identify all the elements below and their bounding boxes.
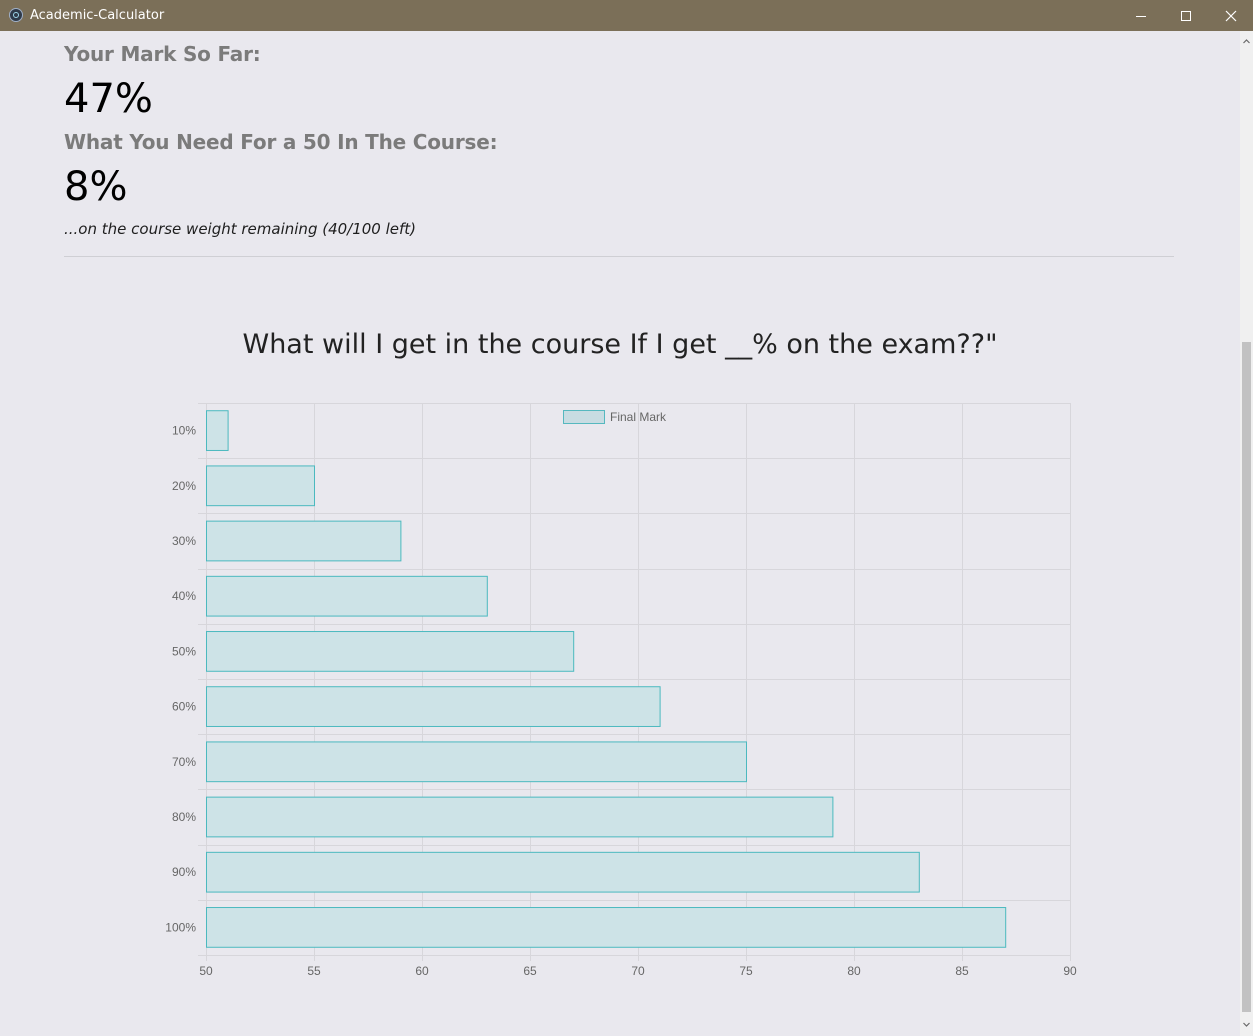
- close-icon: [1225, 10, 1237, 21]
- x-tick-label: 75: [739, 964, 753, 978]
- y-tick-label: 20%: [172, 479, 196, 493]
- title-bar: Academic-Calculator: [0, 0, 1253, 31]
- x-tick-label: 80: [847, 964, 861, 978]
- scroll-up-arrow-icon[interactable]: [1240, 33, 1253, 49]
- bar: [206, 741, 747, 783]
- bar: [206, 907, 1007, 948]
- x-tick-label: 85: [955, 964, 969, 978]
- minimize-button[interactable]: [1118, 0, 1164, 31]
- y-tick-label: 50%: [172, 644, 196, 658]
- scroll-down-arrow-icon[interactable]: [1240, 1017, 1253, 1033]
- x-tick-label: 50: [199, 964, 213, 978]
- bar: [206, 796, 834, 838]
- minimize-icon: [1136, 15, 1146, 17]
- y-tick-label: 70%: [172, 755, 196, 769]
- x-tick-label: 65: [523, 964, 537, 978]
- bar: [206, 520, 402, 562]
- maximize-icon: [1181, 10, 1191, 21]
- x-tick-label: 90: [1063, 964, 1077, 978]
- main-content: Your Mark So Far: 47% What You Need For …: [0, 31, 1240, 1036]
- bar: [206, 851, 920, 893]
- window-title: Academic-Calculator: [30, 8, 165, 23]
- x-tick-label: 55: [307, 964, 321, 978]
- y-tick-label: 60%: [172, 700, 196, 714]
- bar: [206, 575, 488, 617]
- x-tick-label: 60: [415, 964, 429, 978]
- scrollbar-thumb[interactable]: [1242, 342, 1251, 1012]
- maximize-button[interactable]: [1163, 0, 1209, 31]
- bar: [206, 465, 315, 507]
- bar: [206, 631, 575, 672]
- bar-chart: 10% 20% 30% 40% 50% 60% 70% 80% 90% 100% 50 55 60 65 7…: [165, 403, 1077, 978]
- x-tick-label: 70: [631, 964, 645, 978]
- y-tick-label: 30%: [172, 534, 196, 548]
- y-tick-label: 80%: [172, 810, 196, 824]
- y-tick-label: 90%: [172, 865, 196, 879]
- vertical-scrollbar[interactable]: [1240, 31, 1253, 1036]
- y-tick-label: 10%: [172, 424, 196, 438]
- y-tick-label: 100%: [165, 920, 196, 934]
- y-tick-label: 40%: [172, 589, 196, 603]
- bar: [206, 410, 229, 451]
- close-button[interactable]: [1208, 0, 1253, 31]
- electron-atom-icon: [9, 8, 23, 22]
- bar: [206, 686, 661, 727]
